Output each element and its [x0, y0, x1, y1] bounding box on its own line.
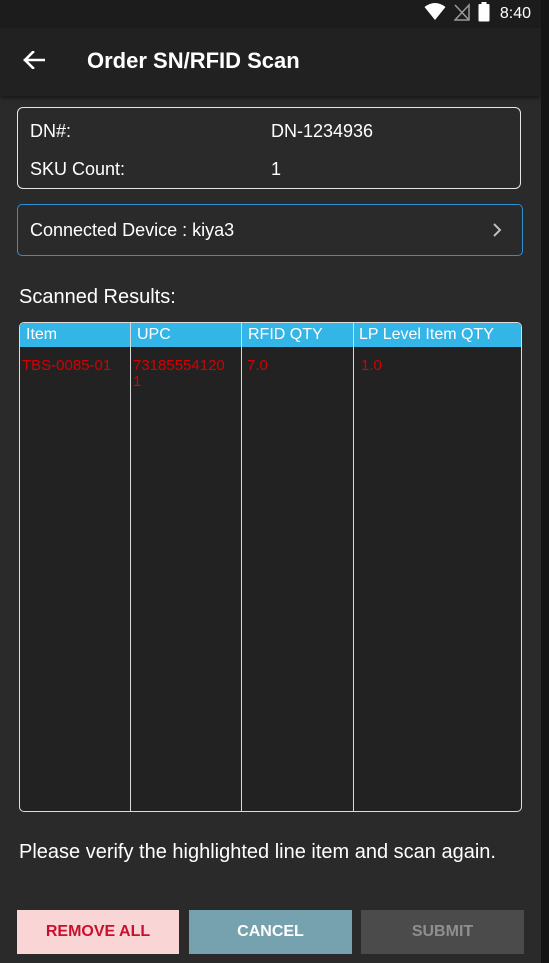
- order-info-card: DN#: DN-1234936 SKU Count: 1: [17, 107, 521, 189]
- scanned-results-label: Scanned Results:: [19, 286, 176, 308]
- arrow-left-icon: [23, 49, 46, 74]
- cell-lp-level-qty: 1.0: [361, 357, 382, 374]
- submit-button[interactable]: SUBMIT: [361, 910, 524, 954]
- page-title: Order SN/RFID Scan: [87, 48, 300, 73]
- battery-icon: [478, 1, 490, 27]
- remove-all-button[interactable]: REMOVE ALL: [17, 910, 179, 954]
- column-divider: [130, 323, 131, 811]
- status-bar: 8:40: [0, 0, 541, 28]
- back-button[interactable]: [14, 42, 54, 82]
- column-divider: [241, 323, 242, 811]
- dn-value: DN-1234936: [271, 121, 374, 141]
- chevron-right-icon: [492, 222, 502, 243]
- connected-device-label: Connected Device : kiya3: [30, 220, 235, 240]
- cancel-button[interactable]: CANCEL: [189, 910, 352, 954]
- app-screen: 8:40 Order SN/RFID Scan DN#: DN-1234936 …: [0, 0, 541, 963]
- cell-upc-continued: 1: [133, 373, 142, 390]
- cell-rfid-qty: 7.0: [247, 357, 268, 374]
- column-header-item: Item: [26, 326, 58, 343]
- verify-hint-message: Please verify the highlighted line item …: [19, 841, 496, 863]
- clock-time: 8:40: [499, 5, 531, 22]
- screen-edge: [541, 0, 549, 963]
- cell-item: TBS-0085-01: [22, 357, 112, 374]
- connected-device-row[interactable]: Connected Device : kiya3: [17, 204, 523, 256]
- sku-count-value: 1: [271, 159, 282, 179]
- sku-count-label: SKU Count:: [30, 159, 126, 179]
- no-signal-icon: [453, 2, 470, 26]
- scanned-results-table: Item UPC RFID QTY LP Level Item QTY TBS-…: [19, 322, 522, 812]
- column-header-rfid-qty: RFID QTY: [248, 326, 323, 343]
- table-header: Item UPC RFID QTY LP Level Item QTY: [20, 323, 521, 347]
- dn-label: DN#:: [30, 121, 72, 141]
- app-bar: Order SN/RFID Scan: [0, 28, 541, 96]
- cell-upc: 73185554120: [133, 357, 225, 374]
- column-header-lp-level-qty: LP Level Item QTY: [359, 326, 494, 343]
- status-icons: 8:40: [424, 1, 531, 27]
- column-header-upc: UPC: [137, 326, 171, 343]
- wifi-icon: [424, 2, 446, 26]
- column-divider: [353, 323, 354, 811]
